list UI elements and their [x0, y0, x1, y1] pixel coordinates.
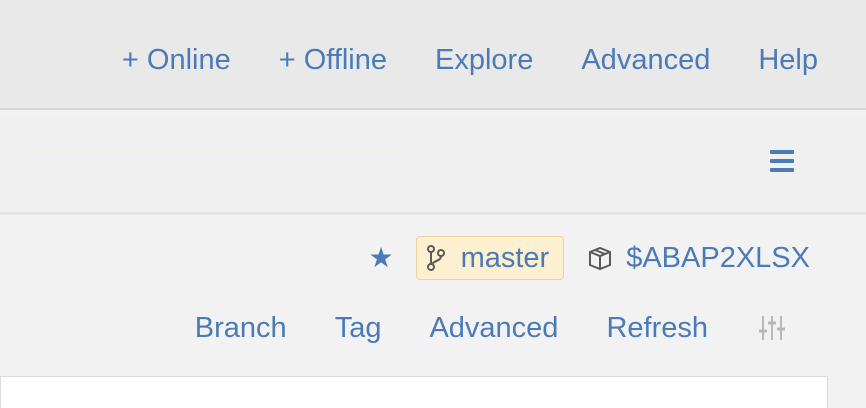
- top-menu: + Online + Offline Explore Advanced Help: [122, 40, 818, 80]
- explore-menu-item[interactable]: Explore: [435, 40, 533, 80]
- app-page: + Online + Offline Explore Advanced Help…: [0, 0, 866, 408]
- hamburger-line: [770, 150, 794, 154]
- branch-action[interactable]: Branch: [195, 308, 287, 348]
- tag-action[interactable]: Tag: [335, 308, 382, 348]
- package-name[interactable]: $ABAP2XLSX: [626, 242, 810, 275]
- secondary-toolbar: [0, 115, 866, 215]
- hamburger-line: [770, 159, 794, 163]
- refresh-action[interactable]: Refresh: [606, 308, 708, 348]
- online-menu-item[interactable]: + Online: [122, 40, 231, 80]
- branch-badge[interactable]: master: [415, 236, 565, 280]
- git-branch-icon: [426, 245, 445, 271]
- package-icon: [589, 246, 612, 271]
- offline-menu-item[interactable]: + Offline: [279, 40, 387, 80]
- settings-sliders-icon[interactable]: [756, 313, 788, 343]
- hamburger-icon[interactable]: [770, 150, 794, 172]
- advanced-menu-item[interactable]: Advanced: [581, 40, 710, 80]
- content-panel: [0, 376, 828, 408]
- repository-actions: Branch Tag Advanced Refresh: [195, 308, 788, 348]
- advanced-action[interactable]: Advanced: [429, 308, 558, 348]
- hamburger-line: [770, 168, 794, 172]
- toolbar-divider: [25, 152, 405, 154]
- repository-header: ★ master $ABAP2XLSX: [368, 234, 810, 282]
- top-navigation-bar: + Online + Offline Explore Advanced Help: [0, 0, 866, 110]
- branch-name: master: [460, 241, 550, 274]
- star-icon[interactable]: ★: [368, 244, 393, 272]
- help-menu-item[interactable]: Help: [758, 40, 818, 80]
